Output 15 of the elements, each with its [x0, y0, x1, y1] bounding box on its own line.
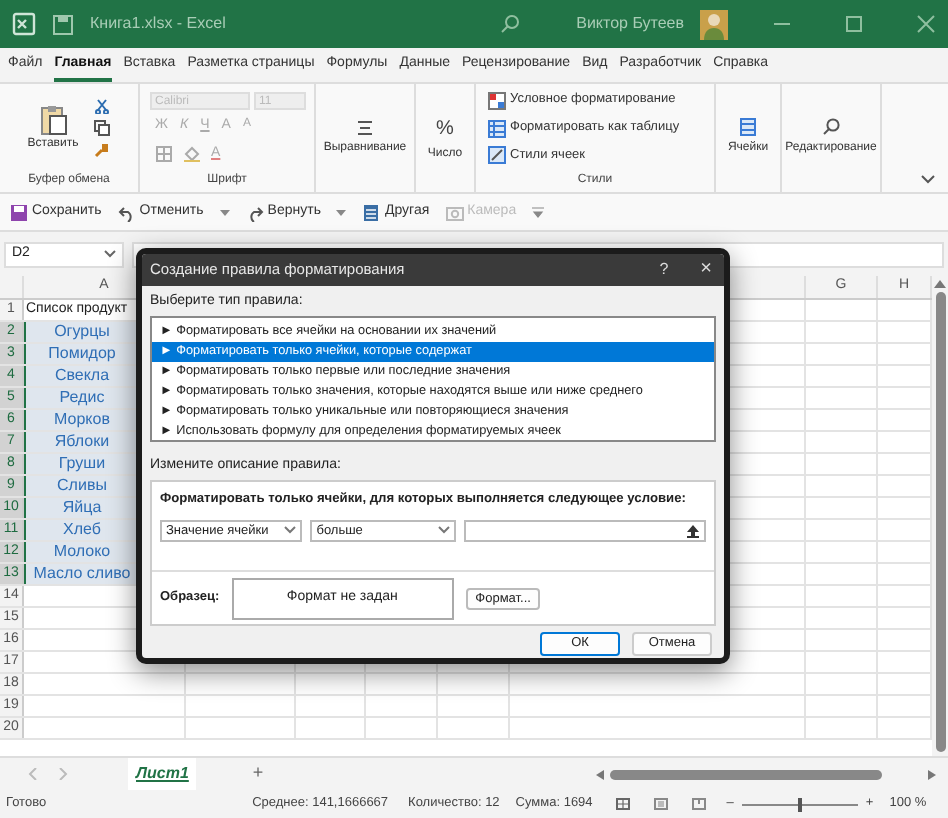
table-cell-text: Хлеб: [61, 518, 103, 542]
window-title: Книга1.xlsx - Excel: [90, 12, 226, 36]
table-cell-text: Помидор: [46, 342, 118, 366]
table-cell-text: Огурцы: [52, 320, 112, 344]
table-cell-text: Яблоки: [52, 430, 112, 454]
table-cell-text: Яйца: [60, 496, 104, 520]
table-cell-text: Редис: [57, 386, 107, 410]
user-name: Виктор Бутеев: [576, 12, 684, 36]
percent-icon: %: [436, 113, 454, 143]
table-cell-text: Молоко: [51, 540, 113, 564]
table-cell-text: Свекла: [52, 364, 112, 388]
table-cell-text: Масло сливо: [31, 562, 133, 586]
table-cell-text: Груши: [56, 452, 108, 476]
table-cell-text: Сливы: [55, 474, 109, 498]
table-cell-text: Морков: [52, 408, 112, 432]
